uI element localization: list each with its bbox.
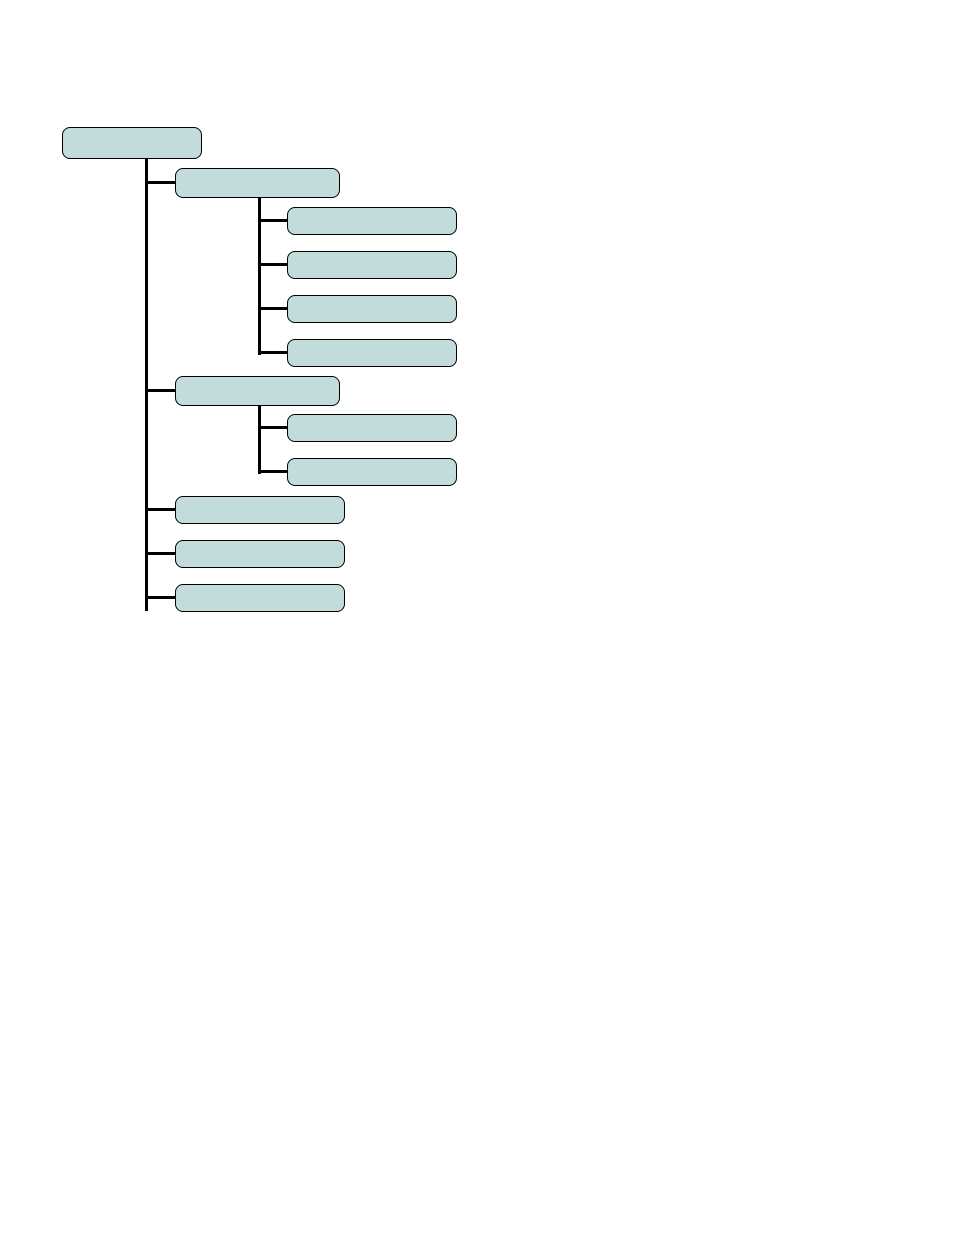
node-child5 <box>175 584 345 612</box>
connector-trunk-child2 <box>258 406 261 474</box>
connector-h-child5 <box>145 596 175 599</box>
connector-trunk-main <box>145 159 148 611</box>
connector-h-child1b <box>258 263 287 266</box>
node-child1b <box>287 251 457 279</box>
node-child2a <box>287 414 457 442</box>
node-child1 <box>175 168 340 198</box>
node-child4 <box>175 540 345 568</box>
tree-diagram <box>0 0 954 1235</box>
node-child3 <box>175 496 345 524</box>
connector-h-child4 <box>145 552 175 555</box>
connector-h-child1a <box>258 219 287 222</box>
node-child2b <box>287 458 457 486</box>
connector-h-child1c <box>258 307 287 310</box>
node-root <box>62 127 202 159</box>
connector-h-child2 <box>145 389 175 392</box>
connector-h-child1 <box>145 181 175 184</box>
node-child1c <box>287 295 457 323</box>
connector-h-child3 <box>145 508 175 511</box>
node-child1d <box>287 339 457 367</box>
connector-h-child2b <box>258 470 287 473</box>
node-child1a <box>287 207 457 235</box>
node-child2 <box>175 376 340 406</box>
connector-h-child2a <box>258 426 287 429</box>
connector-h-child1d <box>258 351 287 354</box>
